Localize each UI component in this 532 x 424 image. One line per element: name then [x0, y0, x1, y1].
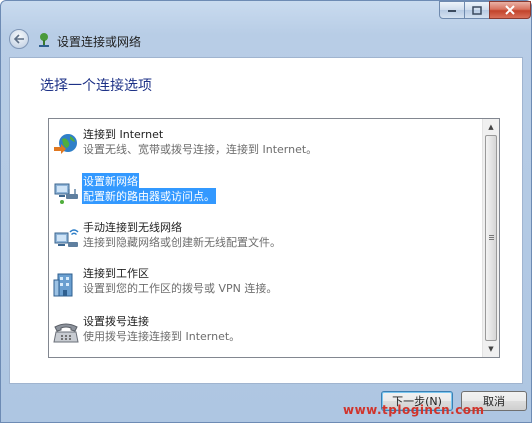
grip-line: [489, 239, 494, 240]
minimize-icon: [448, 10, 456, 12]
window-frame: 设置连接或网络 选择一个连接选项 连接到 Internet 设置无线、宽带或拨号…: [0, 0, 532, 423]
option-title: 设置拨号连接: [83, 315, 149, 328]
option-title: 手动连接到无线网络: [83, 221, 182, 234]
window-title: 设置连接或网络: [57, 35, 142, 49]
option-manual-wireless[interactable]: 手动连接到无线网络 连接到隐藏网络或创建新无线配置文件。: [52, 218, 482, 258]
minimize-button[interactable]: [439, 1, 465, 19]
new-network-icon: [54, 183, 78, 204]
grip-line: [489, 235, 494, 236]
wireless-network-icon: [54, 229, 79, 247]
option-setup-new-network[interactable]: 设置新网络 配置新的路由器或访问点。: [52, 172, 482, 212]
option-description: 连接到隐藏网络或创建新无线配置文件。: [83, 236, 281, 249]
close-button[interactable]: [489, 1, 531, 19]
vertical-scrollbar[interactable]: ▲ ▼: [482, 119, 499, 357]
close-icon: [505, 5, 515, 15]
option-title: 设置新网络: [82, 173, 139, 189]
option-title: 连接到 Internet: [83, 128, 164, 141]
back-button[interactable]: [9, 29, 29, 49]
navigation-bar: 设置连接或网络: [1, 23, 531, 57]
workplace-icon: [53, 273, 73, 297]
page-heading: 选择一个连接选项: [40, 78, 152, 94]
option-title: 连接到工作区: [83, 267, 149, 280]
scroll-up-icon[interactable]: ▲: [486, 122, 496, 132]
title-bar: [1, 1, 531, 23]
dialup-phone-icon: [53, 323, 79, 343]
option-description: 配置新的路由器或访问点。: [82, 188, 216, 204]
maximize-icon: [472, 5, 482, 15]
option-connect-internet[interactable]: 连接到 Internet 设置无线、宽带或拨号连接，连接到 Internet。: [52, 125, 482, 165]
option-description: 设置无线、宽带或拨号连接，连接到 Internet。: [83, 143, 318, 156]
option-description: 设置到您的工作区的拨号或 VPN 连接。: [83, 282, 278, 295]
option-description: 使用拨号连接连接到 Internet。: [83, 330, 241, 343]
globe-internet-icon: [54, 134, 77, 154]
maximize-button[interactable]: [464, 1, 490, 19]
option-setup-dialup[interactable]: 设置拨号连接 使用拨号连接连接到 Internet。: [52, 312, 482, 352]
back-arrow-icon: [13, 34, 24, 44]
grip-line: [489, 237, 494, 238]
content-panel: 选择一个连接选项 连接到 Internet 设置无线、宽带或拨号连接，连接到 I…: [9, 57, 523, 384]
connection-options-list[interactable]: 连接到 Internet 设置无线、宽带或拨号连接，连接到 Internet。 …: [48, 118, 500, 358]
option-connect-workplace[interactable]: 连接到工作区 设置到您的工作区的拨号或 VPN 连接。: [52, 264, 482, 304]
scroll-down-icon[interactable]: ▼: [486, 344, 496, 354]
network-setup-icon: [39, 33, 49, 47]
watermark-text: www.tplogincn.com: [343, 403, 485, 417]
scrollbar-thumb[interactable]: [485, 135, 497, 341]
